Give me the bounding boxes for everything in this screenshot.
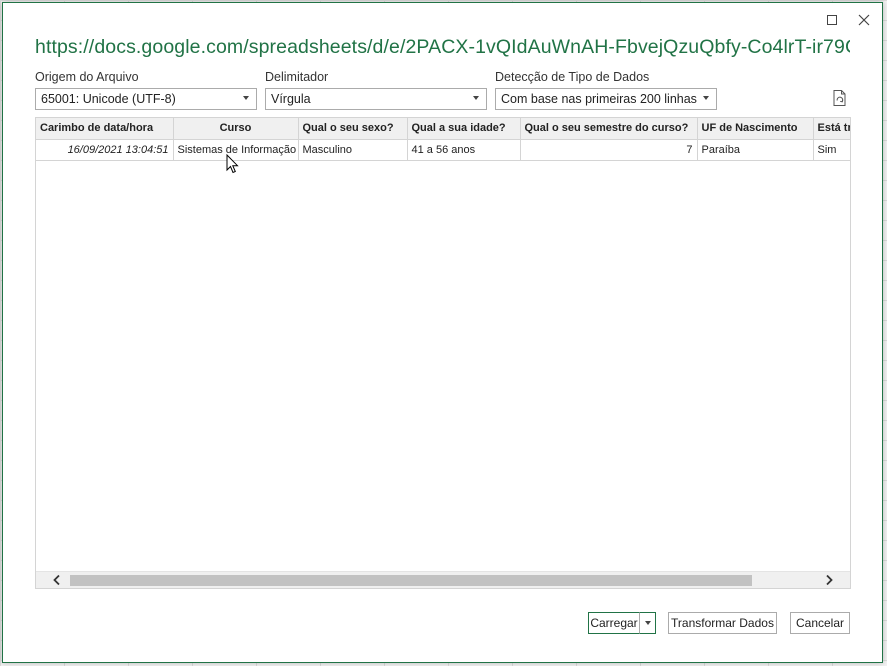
close-icon bbox=[858, 14, 870, 26]
origin-label: Origem do Arquivo bbox=[35, 70, 139, 84]
origin-select[interactable]: 65001: Unicode (UTF-8) bbox=[35, 88, 257, 110]
table-cell: 16/09/2021 13:04:51 bbox=[36, 139, 174, 161]
scroll-right-button[interactable] bbox=[822, 573, 836, 587]
detection-select[interactable]: Com base nas primeiras 200 linhas bbox=[495, 88, 717, 110]
chevron-down-icon bbox=[473, 96, 479, 100]
column-header[interactable]: Curso bbox=[173, 118, 299, 140]
mouse-cursor-icon bbox=[226, 154, 239, 174]
load-button[interactable]: Carregar bbox=[588, 612, 640, 634]
table-header-row: Carimbo de data/hora Curso Qual o seu se… bbox=[36, 118, 850, 140]
column-header[interactable]: Está tra bbox=[813, 118, 850, 140]
delimiter-label: Delimitador bbox=[265, 70, 329, 84]
window-controls bbox=[824, 12, 872, 28]
detection-label: Detecção de Tipo de Dados bbox=[495, 70, 650, 84]
transform-data-button[interactable]: Transformar Dados bbox=[668, 612, 777, 634]
column-header[interactable]: Qual o seu semestre do curso? bbox=[520, 118, 698, 140]
table-cell: Sim bbox=[813, 139, 850, 161]
chevron-down-icon bbox=[703, 96, 709, 100]
maximize-icon bbox=[827, 15, 837, 25]
table-row: 16/09/2021 13:04:51 Sistemas de Informaç… bbox=[36, 139, 850, 161]
column-header[interactable]: Qual o seu sexo? bbox=[298, 118, 408, 140]
column-header[interactable]: Qual a sua idade? bbox=[407, 118, 521, 140]
maximize-button[interactable] bbox=[824, 12, 840, 28]
column-header[interactable]: Carimbo de data/hora bbox=[36, 118, 174, 140]
refresh-file-icon[interactable] bbox=[831, 89, 849, 107]
chevron-down-icon bbox=[243, 96, 249, 100]
table-cell: 7 bbox=[520, 139, 698, 161]
preview-grid[interactable]: Carimbo de data/hora Curso Qual o seu se… bbox=[35, 117, 851, 589]
scrollbar-thumb[interactable] bbox=[70, 575, 752, 586]
chevron-down-icon bbox=[644, 621, 651, 625]
load-dropdown-button[interactable] bbox=[639, 612, 656, 634]
chevron-right-icon bbox=[826, 574, 833, 586]
dialog-title: https://docs.google.com/spreadsheets/d/e… bbox=[35, 36, 850, 58]
close-button[interactable] bbox=[856, 12, 872, 28]
import-dialog: https://docs.google.com/spreadsheets/d/e… bbox=[2, 2, 883, 663]
cancel-button[interactable]: Cancelar bbox=[790, 612, 850, 634]
table-cell: 41 a 56 anos bbox=[407, 139, 521, 161]
table-cell: Masculino bbox=[298, 139, 408, 161]
table-cell: Paraíba bbox=[697, 139, 814, 161]
delimiter-value: Vírgula bbox=[271, 92, 311, 106]
preview-table: Carimbo de data/hora Curso Qual o seu se… bbox=[36, 118, 850, 161]
scroll-left-button[interactable] bbox=[50, 573, 64, 587]
chevron-left-icon bbox=[53, 574, 60, 586]
detection-value: Com base nas primeiras 200 linhas bbox=[501, 92, 697, 106]
origin-value: 65001: Unicode (UTF-8) bbox=[41, 92, 176, 106]
horizontal-scrollbar[interactable] bbox=[36, 571, 850, 588]
column-header[interactable]: UF de Nascimento bbox=[697, 118, 814, 140]
delimiter-select[interactable]: Vírgula bbox=[265, 88, 487, 110]
